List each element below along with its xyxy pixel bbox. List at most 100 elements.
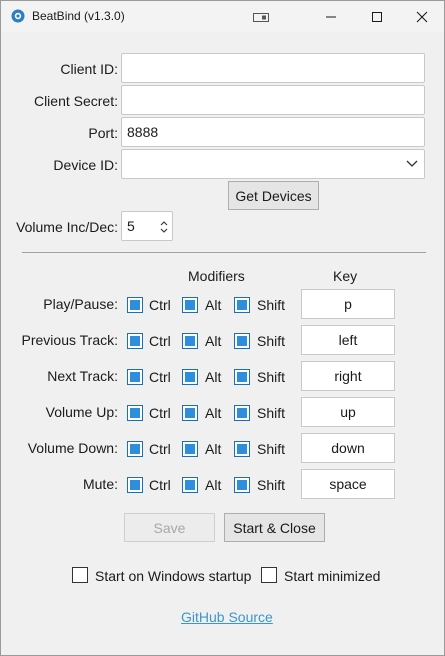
checkbox-check-fill [237, 444, 247, 454]
minimized-checkbox[interactable] [261, 567, 277, 583]
tray-button[interactable] [238, 1, 284, 32]
shift-label: Shift [257, 333, 286, 349]
alt-label: Alt [205, 333, 222, 349]
key-input-next-track[interactable]: right [301, 361, 395, 391]
close-icon [416, 11, 428, 22]
title-bar: BeatBind (v1.3.0) [1, 1, 444, 32]
shift-checkbox-next-track[interactable] [234, 369, 250, 385]
shift-label: Shift [257, 441, 286, 457]
key-header: Key [333, 268, 358, 284]
maximize-button[interactable] [354, 1, 400, 32]
volume-step-value: 5 [127, 218, 135, 234]
maximize-icon [372, 11, 382, 22]
device-id-select[interactable] [121, 149, 425, 179]
key-input-volume-down[interactable]: down [301, 433, 395, 463]
ctrl-checkbox-mute[interactable] [127, 477, 143, 493]
alt-checkbox-play-pause[interactable] [182, 297, 198, 313]
shift-label: Shift [257, 477, 286, 493]
checkbox-check-fill [130, 336, 140, 346]
minimize-button[interactable] [308, 1, 354, 32]
shift-checkbox-volume-down[interactable] [234, 441, 250, 457]
checkbox-check-fill [185, 336, 195, 346]
chevron-down-icon [406, 160, 418, 167]
key-input-mute[interactable]: space [301, 469, 395, 499]
hotkey-label-volume-up: Volume Up: [45, 404, 118, 420]
ctrl-checkbox-volume-up[interactable] [127, 405, 143, 421]
checkbox-check-fill [185, 300, 195, 310]
get-devices-button[interactable]: Get Devices [228, 181, 319, 210]
start-close-button[interactable]: Start & Close [224, 513, 325, 542]
key-input-volume-up[interactable]: up [301, 397, 395, 427]
checkbox-check-fill [237, 372, 247, 382]
app-window: BeatBind (v1.3.0) Client ID: Client Secr… [0, 0, 445, 656]
hotkey-label-mute: Mute: [82, 476, 118, 492]
checkbox-check-fill [130, 444, 140, 454]
checkbox-check-fill [185, 444, 195, 454]
minimize-icon [326, 16, 336, 17]
ctrl-label: Ctrl [149, 297, 171, 313]
shift-checkbox-previous-track[interactable] [234, 333, 250, 349]
client-id-input[interactable] [121, 53, 425, 83]
key-input-previous-track[interactable]: left [301, 325, 395, 355]
client-secret-label: Client Secret: [33, 93, 118, 109]
checkbox-check-fill [130, 480, 140, 490]
checkbox-check-fill [185, 480, 195, 490]
client-id-label: Client ID: [60, 61, 118, 77]
ctrl-checkbox-previous-track[interactable] [127, 333, 143, 349]
ctrl-label: Ctrl [149, 333, 171, 349]
shift-label: Shift [257, 369, 286, 385]
ctrl-label: Ctrl [149, 477, 171, 493]
port-input[interactable]: 8888 [121, 117, 425, 147]
shift-checkbox-volume-up[interactable] [234, 405, 250, 421]
section-divider [22, 252, 426, 253]
checkbox-check-fill [237, 408, 247, 418]
ctrl-label: Ctrl [149, 441, 171, 457]
key-input-play-pause[interactable]: p [301, 289, 395, 319]
alt-label: Alt [205, 477, 222, 493]
alt-label: Alt [205, 297, 222, 313]
checkbox-check-fill [185, 372, 195, 382]
checkbox-check-fill [130, 372, 140, 382]
ctrl-checkbox-next-track[interactable] [127, 369, 143, 385]
volume-step-spinbox[interactable]: 5 [121, 211, 173, 241]
shift-label: Shift [257, 297, 286, 313]
volume-step-label: Volume Inc/Dec: [16, 219, 118, 235]
startup-checkbox[interactable] [72, 567, 88, 583]
port-label: Port: [88, 125, 118, 141]
alt-label: Alt [205, 369, 222, 385]
modifiers-header: Modifiers [188, 268, 245, 284]
checkbox-check-fill [130, 408, 140, 418]
hotkey-label-previous-track: Previous Track: [21, 332, 118, 348]
alt-label: Alt [205, 441, 222, 457]
close-button[interactable] [399, 1, 445, 32]
ctrl-checkbox-volume-down[interactable] [127, 441, 143, 457]
alt-checkbox-next-track[interactable] [182, 369, 198, 385]
minimized-label: Start minimized [284, 568, 381, 584]
ctrl-checkbox-play-pause[interactable] [127, 297, 143, 313]
client-secret-input[interactable] [121, 85, 425, 115]
alt-checkbox-volume-up[interactable] [182, 405, 198, 421]
alt-label: Alt [205, 405, 222, 421]
checkbox-check-fill [237, 300, 247, 310]
spin-arrows-icon[interactable] [160, 220, 168, 234]
startup-label: Start on Windows startup [95, 568, 252, 584]
checkbox-check-fill [130, 300, 140, 310]
alt-checkbox-mute[interactable] [182, 477, 198, 493]
shift-checkbox-mute[interactable] [234, 477, 250, 493]
shift-checkbox-play-pause[interactable] [234, 297, 250, 313]
device-id-label: Device ID: [53, 157, 118, 173]
ctrl-label: Ctrl [149, 405, 171, 421]
hotkey-label-next-track: Next Track: [47, 368, 118, 384]
ctrl-label: Ctrl [149, 369, 171, 385]
shift-label: Shift [257, 405, 286, 421]
app-logo-icon [11, 9, 25, 23]
alt-checkbox-volume-down[interactable] [182, 441, 198, 457]
save-button[interactable]: Save [124, 513, 215, 542]
checkbox-check-fill [237, 336, 247, 346]
checkbox-check-fill [237, 480, 247, 490]
github-source-link[interactable]: GitHub Source [181, 609, 273, 625]
alt-checkbox-previous-track[interactable] [182, 333, 198, 349]
tray-icon [253, 12, 269, 22]
window-title: BeatBind (v1.3.0) [32, 9, 125, 23]
hotkey-label-play-pause: Play/Pause: [43, 296, 118, 312]
